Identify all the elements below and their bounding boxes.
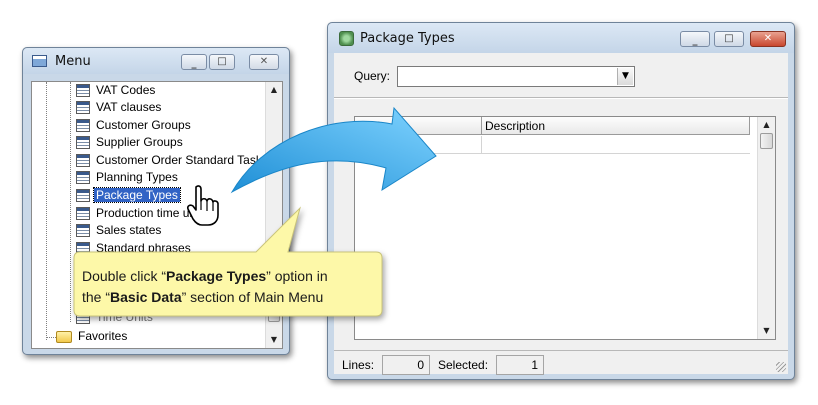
callout-text: Double click “Package Types” option in t…	[82, 266, 382, 308]
callout-bubble	[73, 206, 383, 317]
callout-line-1: Double click “Package Types” option in	[82, 268, 328, 284]
callout-line-2: the “Basic Data” section of Main Menu	[82, 289, 324, 305]
